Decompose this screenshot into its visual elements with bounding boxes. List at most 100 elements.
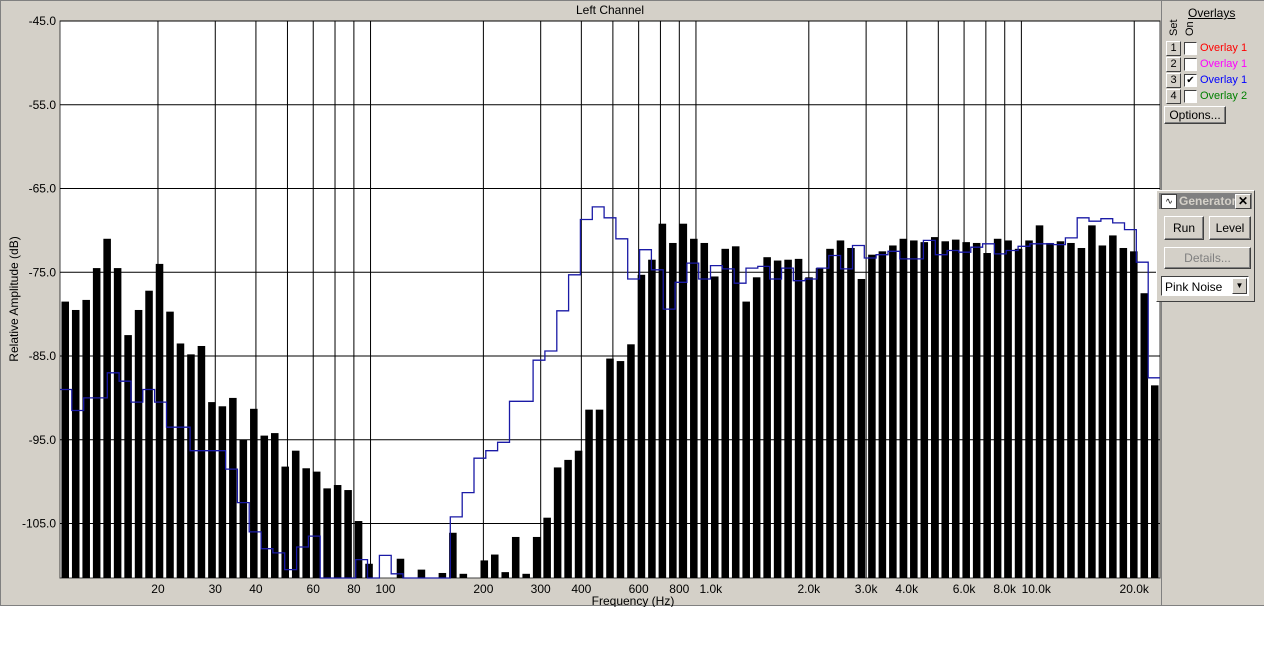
- spectrum-bar: [585, 409, 593, 578]
- overlay-checkbox[interactable]: ✔: [1184, 74, 1197, 87]
- x-tick-label: 30: [209, 582, 223, 596]
- spectrum-bar: [480, 560, 489, 578]
- spectrum-bar: [459, 573, 468, 578]
- spectrum-bar: [438, 572, 447, 578]
- spectrum-bar: [658, 223, 667, 578]
- spectrum-bar: [972, 242, 981, 578]
- spectrum-bar: [145, 290, 153, 578]
- spectrum-bar: [637, 274, 646, 578]
- overlay-row: 1 Overlay 1: [1166, 41, 1262, 56]
- signal-select-value: Pink Noise: [1165, 280, 1223, 294]
- spectrum-bar: [82, 299, 90, 578]
- spectrum-bar: [826, 248, 834, 578]
- generator-title: Generator: [1179, 194, 1237, 208]
- x-tick-label: 20.0k: [1120, 582, 1150, 596]
- spectrum-bar: [71, 309, 80, 578]
- spectrum-bar: [365, 563, 373, 578]
- signal-select[interactable]: Pink Noise ▼: [1161, 276, 1249, 296]
- y-tick-label: -75.0: [29, 265, 57, 279]
- spectrum-bar: [847, 247, 855, 578]
- spectrum-bar: [742, 301, 750, 578]
- spectrum-bar: [784, 259, 792, 578]
- spectrum-bar: [1046, 242, 1054, 578]
- spectrum-bar: [1014, 248, 1023, 578]
- spectrum-bar: [1056, 241, 1065, 578]
- overlay-label: Overlay 2: [1200, 90, 1248, 102]
- spectrum-bar: [333, 485, 342, 578]
- spectrum-bar: [857, 278, 866, 578]
- x-tick-label: 200: [473, 582, 493, 596]
- chevron-down-icon[interactable]: ▼: [1232, 278, 1247, 294]
- overlay-set-button[interactable]: 4: [1166, 89, 1181, 104]
- spectrum-bar: [868, 254, 876, 578]
- spectrum-bar: [899, 238, 908, 579]
- spectrum-bar: [501, 572, 510, 578]
- spectrum-bar: [1035, 225, 1044, 578]
- on-column-label: On: [1184, 21, 1196, 36]
- spectrum-bar: [239, 439, 248, 578]
- spectrum-bar: [1098, 245, 1107, 578]
- overlay-row: 4 Overlay 2: [1166, 89, 1262, 104]
- spectrum-bar: [648, 259, 656, 578]
- spectrum-bar: [1004, 240, 1012, 578]
- spectrum-bar: [543, 517, 551, 578]
- spectrum-bar: [606, 358, 614, 578]
- spectrum-bar: [1025, 240, 1033, 578]
- overlay-set-button[interactable]: 2: [1166, 57, 1181, 72]
- x-tick-label: 8.0k: [993, 582, 1017, 596]
- generator-panel: ∿ Generator ✕ Run Level Details... Pink …: [1156, 190, 1255, 302]
- spectrum-bar: [941, 241, 950, 578]
- x-tick-label: 300: [531, 582, 551, 596]
- overlay-label: Overlay 1: [1200, 58, 1248, 70]
- spectrum-bar: [993, 238, 1002, 579]
- x-tick-label: 1.0k: [700, 582, 724, 596]
- spectrum-bar: [983, 253, 991, 578]
- spectrum-bar: [815, 268, 824, 578]
- spectrum-bar: [250, 408, 258, 578]
- options-button[interactable]: Options...: [1164, 106, 1226, 124]
- run-button[interactable]: Run: [1164, 216, 1204, 240]
- spectrum-bar: [176, 343, 185, 578]
- overlay-checkbox[interactable]: [1184, 58, 1197, 71]
- overlay-label: Overlay 1: [1200, 42, 1248, 54]
- spectrum-bar: [417, 569, 426, 578]
- spectrum-bar: [679, 223, 688, 578]
- spectrum-bar: [511, 536, 520, 578]
- overlay-set-button[interactable]: 1: [1166, 41, 1181, 56]
- spectrum-bar: [878, 251, 887, 578]
- spectrum-chart: Left Channel -45.0 -55.0 -65.0 -75.0 -85.0 -9…: [7, 3, 1161, 607]
- overlay-checkbox[interactable]: [1184, 42, 1197, 55]
- y-tick-label: -105.0: [22, 517, 56, 531]
- x-tick-label: 60: [307, 582, 321, 596]
- spectrum-bar: [113, 268, 122, 578]
- overlay-set-button[interactable]: 3: [1166, 73, 1181, 88]
- spectrum-bar: [595, 409, 604, 578]
- spectrum-bar: [490, 554, 499, 578]
- spectrum-bar: [763, 257, 771, 578]
- overlay-checkbox[interactable]: [1184, 90, 1197, 103]
- details-button[interactable]: Details...: [1164, 247, 1251, 269]
- spectrum-bar: [752, 277, 761, 578]
- x-tick-label: 10.0k: [1022, 582, 1052, 596]
- generator-titlebar[interactable]: ∿ Generator ✕: [1159, 193, 1252, 209]
- spectrum-bar: [270, 433, 279, 578]
- level-button[interactable]: Level: [1209, 216, 1251, 240]
- spectrum-bar: [710, 276, 719, 578]
- spectrum-bar: [92, 268, 101, 578]
- spectrum-bar: [962, 242, 970, 578]
- close-icon[interactable]: ✕: [1235, 194, 1251, 209]
- waveform-icon: ∿: [1161, 194, 1177, 209]
- spectrum-bar: [187, 354, 195, 578]
- spectrum-bar: [836, 240, 845, 578]
- spectrum-bar: [197, 345, 206, 578]
- spectrum-bar: [218, 406, 227, 578]
- spectrum-bar: [690, 238, 698, 579]
- spectrum-bar: [616, 361, 625, 578]
- x-tick-label: 80: [347, 582, 361, 596]
- spectrum-bar: [323, 488, 331, 578]
- spectrum-bar: [553, 467, 562, 578]
- x-tick-label: 40: [249, 582, 263, 596]
- spectrum-bar: [1109, 235, 1117, 578]
- spectrum-bar: [166, 311, 174, 578]
- spectrum-bar: [344, 490, 352, 578]
